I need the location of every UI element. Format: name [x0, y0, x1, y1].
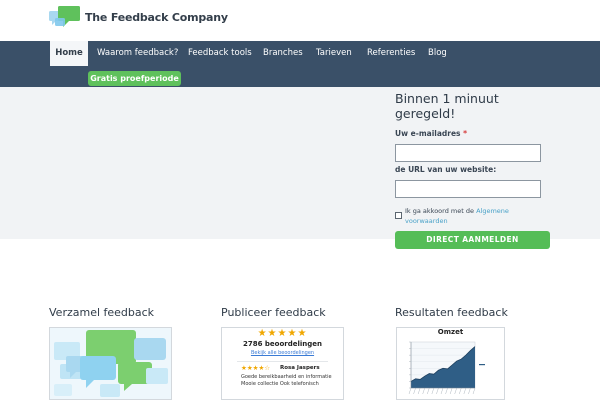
speech-bubbles-illustration-icon — [50, 328, 171, 399]
chart-x-tick — [463, 387, 467, 395]
email-label: Uw e-mailadres * — [395, 129, 468, 138]
chart-title: Omzet — [437, 328, 464, 336]
chart-x-tick — [427, 387, 430, 395]
chart-x-tick — [449, 387, 453, 395]
chart-x-tick — [468, 387, 471, 395]
results-chart-panel[interactable]: Omzet — [396, 327, 505, 400]
email-input[interactable] — [395, 144, 541, 162]
chart-x-tick — [459, 387, 462, 395]
review-text-line: Mooie collectie Ook telefonisch — [241, 381, 319, 387]
nav-item-tarieven[interactable]: Tarieven — [316, 41, 352, 66]
chart-x-tick — [445, 387, 448, 395]
terms-checkbox[interactable] — [395, 212, 402, 219]
signup-title: Binnen 1 minuut geregeld! — [395, 91, 499, 121]
chart-x-tick — [422, 387, 425, 395]
terms-consent-text: Ik ga akkoord met de Algemene voorwaarde… — [405, 207, 509, 225]
area-chart — [408, 341, 485, 395]
collect-feedback-image[interactable] — [49, 327, 172, 400]
brand-name[interactable]: The Feedback Company — [85, 11, 228, 24]
divider — [237, 361, 328, 362]
chart-x-tick — [472, 387, 476, 395]
all-reviews-link[interactable]: Bekijk alle beoordelingen — [222, 350, 343, 356]
review-count: 2786 beoordelingen — [242, 340, 323, 348]
chart-x-tick — [436, 387, 439, 395]
chart-x-tick — [417, 387, 421, 395]
chart-x-tick — [408, 387, 412, 395]
results-feedback-title[interactable]: Resultaten feedback — [395, 306, 508, 319]
rating-stars-icon: ★★★★★ — [257, 328, 308, 339]
site-header: The Feedback Company — [0, 0, 600, 41]
speech-bubbles-logo-icon[interactable] — [49, 6, 83, 30]
url-label: de URL van uw website: — [395, 165, 497, 174]
required-mark: * — [463, 129, 468, 138]
free-trial-button[interactable]: Gratis proefperiode — [88, 71, 181, 86]
chart-x-tick — [431, 387, 435, 395]
collect-feedback-title[interactable]: Verzamel feedback — [49, 306, 154, 319]
nav-item-home[interactable]: Home — [50, 41, 88, 66]
review-text-line: Goede bereikbaarheid en informatie — [241, 374, 332, 380]
nav-item-branches[interactable]: Branches — [263, 41, 303, 66]
nav-item-referenties[interactable]: Referenties — [367, 41, 415, 66]
website-url-input[interactable] — [395, 180, 541, 198]
nav-item-waarom-feedback[interactable]: Waarom feedback? — [97, 41, 178, 66]
review-stars-icon: ★★★★☆ — [241, 364, 271, 372]
publish-feedback-widget[interactable]: ★★★★★ 2786 beoordelingen Bekijk alle beo… — [221, 327, 344, 400]
publish-feedback-title[interactable]: Publiceer feedback — [221, 306, 326, 319]
reviewer-name: Rosa Jaspers — [280, 365, 320, 371]
nav-item-feedback-tools[interactable]: Feedback tools — [188, 41, 252, 66]
chart-legend-swatch — [479, 364, 485, 366]
chart-x-tick — [413, 387, 416, 395]
chart-x-tick — [440, 387, 444, 395]
signup-submit-button[interactable]: DIRECT AANMELDEN — [395, 231, 550, 249]
nav-item-blog[interactable]: Blog — [428, 41, 447, 66]
chart-x-tick — [454, 387, 457, 395]
